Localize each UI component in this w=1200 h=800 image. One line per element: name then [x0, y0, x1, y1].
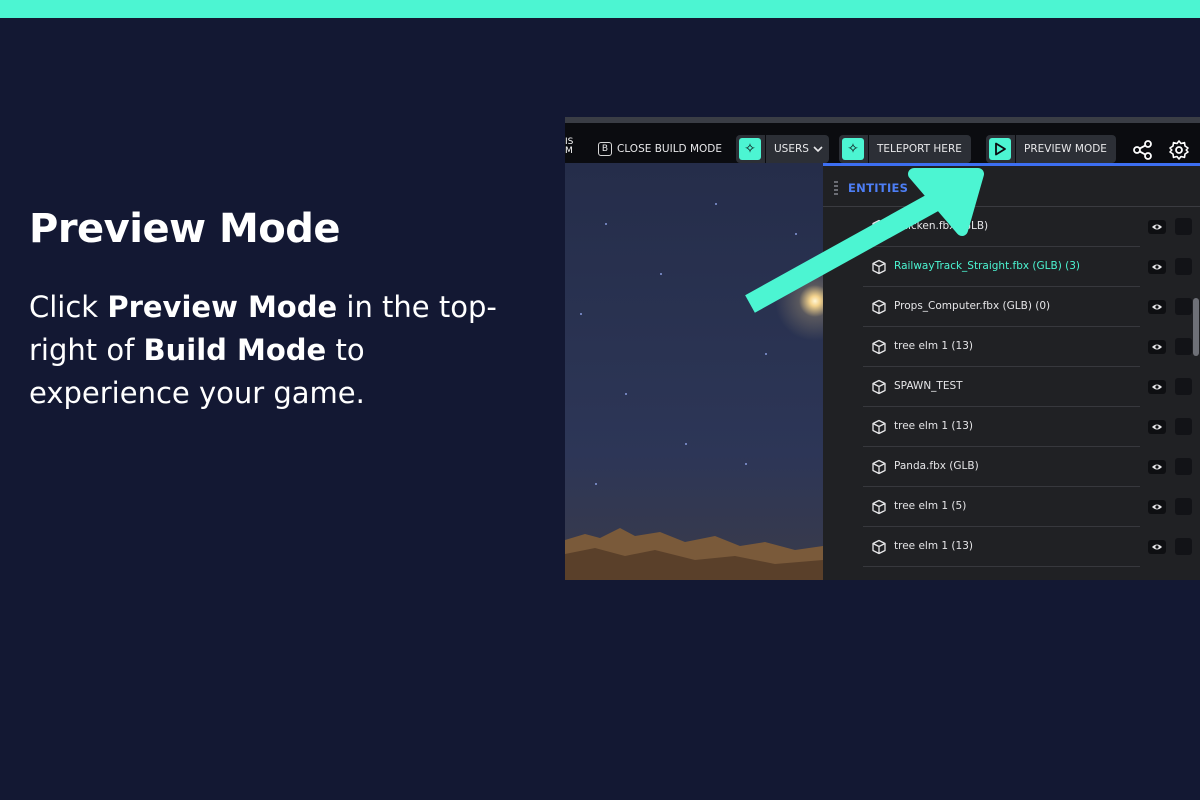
entity-row[interactable]: tree elm 1 (5): [823, 487, 1200, 527]
truncated-toolbar-text: IS M: [565, 137, 574, 156]
entity-row[interactable]: SPAWN_TEST: [823, 367, 1200, 407]
entity-checkbox[interactable]: [1175, 498, 1192, 515]
slide-title: Preview Mode: [29, 206, 341, 252]
drag-handle-icon[interactable]: [834, 181, 838, 195]
entity-checkbox[interactable]: [1175, 458, 1192, 475]
sparkle-icon: ✧: [842, 138, 864, 160]
entity-checkbox[interactable]: [1175, 258, 1192, 275]
entity-checkbox[interactable]: [1175, 338, 1192, 355]
entity-name: Chicken.fbx (GLB): [894, 220, 989, 232]
eye-icon[interactable]: [1148, 260, 1166, 274]
star: [605, 223, 607, 225]
chevron-down-icon: [813, 146, 823, 153]
cube-icon: [871, 299, 887, 315]
eye-icon[interactable]: [1148, 340, 1166, 354]
divider: [1015, 135, 1016, 163]
cube-icon: [871, 219, 887, 235]
keyboard-shortcut-b: B: [598, 142, 612, 156]
users-label: USERS: [774, 143, 809, 155]
teleport-here-label: TELEPORT HERE: [877, 143, 962, 155]
close-build-mode-label: CLOSE BUILD MODE: [617, 143, 723, 155]
entity-row[interactable]: tree elm 1 (13): [823, 527, 1200, 567]
mountain-ridge: [565, 528, 823, 580]
preview-mode-label: PREVIEW MODE: [1024, 143, 1107, 155]
entity-name: Panda.fbx (GLB): [894, 460, 979, 472]
eye-icon[interactable]: [1148, 380, 1166, 394]
star: [745, 463, 747, 465]
entity-checkbox[interactable]: [1175, 418, 1192, 435]
entity-name: Props_Computer.fbx (GLB) (0): [894, 300, 1051, 312]
cube-icon: [871, 379, 887, 395]
star: [595, 483, 597, 485]
users-button[interactable]: ✧ USERS: [736, 135, 829, 163]
build-mode-screenshot: IS M B CLOSE BUILD MODE ✧ USERS ✧ TELEPOR…: [565, 117, 1200, 580]
entity-checkbox[interactable]: [1175, 218, 1192, 235]
sparkle-icon: ✧: [739, 138, 761, 160]
star: [715, 203, 717, 205]
star: [625, 393, 627, 395]
entities-header: ENTITIES: [823, 166, 1200, 207]
body-emphasis-build-mode: Build Mode: [143, 333, 327, 367]
entity-row[interactable]: RailwayTrack_Straight.fbx (GLB) (3): [823, 247, 1200, 287]
slide-body: Click Preview Mode in the top-right of B…: [29, 286, 529, 415]
eye-icon[interactable]: [1148, 500, 1166, 514]
game-viewport[interactable]: [565, 163, 823, 580]
entity-row[interactable]: Panda.fbx (GLB): [823, 447, 1200, 487]
body-emphasis-preview-mode: Preview Mode: [107, 290, 338, 324]
close-build-mode-button[interactable]: B CLOSE BUILD MODE: [598, 142, 722, 156]
play-icon: [989, 138, 1011, 160]
top-accent-strip: [0, 0, 1200, 18]
entity-row[interactable]: tree elm 1 (13): [823, 407, 1200, 447]
star: [795, 233, 797, 235]
entities-list: Chicken.fbx (GLB) RailwayTrack_Straight.f…: [823, 207, 1200, 567]
star: [660, 273, 662, 275]
eye-icon[interactable]: [1148, 460, 1166, 474]
preview-mode-button[interactable]: PREVIEW MODE: [986, 135, 1116, 163]
body-text-1: Click: [29, 290, 108, 324]
entity-name: tree elm 1 (5): [894, 500, 967, 512]
divider: [868, 135, 869, 163]
entity-name: tree elm 1 (13): [894, 340, 973, 352]
entities-title: ENTITIES: [848, 181, 909, 195]
entity-row[interactable]: Chicken.fbx (GLB): [823, 207, 1200, 247]
entity-checkbox[interactable]: [1175, 378, 1192, 395]
eye-icon[interactable]: [1148, 300, 1166, 314]
cube-icon: [871, 339, 887, 355]
cube-icon: [871, 539, 887, 555]
entities-panel: ENTITIES Chicken.fbx (GLB) RailwayTrack_S…: [823, 163, 1200, 580]
eye-icon[interactable]: [1148, 220, 1166, 234]
entity-name: SPAWN_TEST: [894, 380, 963, 392]
star: [685, 443, 687, 445]
gear-icon[interactable]: [1168, 139, 1190, 161]
entity-checkbox[interactable]: [1175, 538, 1192, 555]
cube-icon: [871, 459, 887, 475]
cube-icon: [871, 499, 887, 515]
entity-name: tree elm 1 (13): [894, 540, 973, 552]
share-icon[interactable]: [1132, 139, 1154, 161]
entity-row[interactable]: tree elm 1 (13): [823, 327, 1200, 367]
entity-name: RailwayTrack_Straight.fbx (GLB) (3): [894, 260, 1081, 272]
star: [765, 353, 767, 355]
entity-name: tree elm 1 (13): [894, 420, 973, 432]
scrollbar[interactable]: [1193, 298, 1199, 356]
entity-checkbox[interactable]: [1175, 298, 1192, 315]
build-toolbar: IS M B CLOSE BUILD MODE ✧ USERS ✧ TELEPOR…: [565, 123, 1200, 163]
entity-row[interactable]: Props_Computer.fbx (GLB) (0): [823, 287, 1200, 327]
row-divider: [863, 566, 1140, 567]
eye-icon[interactable]: [1148, 540, 1166, 554]
cube-icon: [871, 259, 887, 275]
teleport-here-button[interactable]: ✧ TELEPORT HERE: [839, 135, 971, 163]
cube-icon: [871, 419, 887, 435]
divider: [765, 135, 766, 163]
star: [580, 313, 582, 315]
eye-icon[interactable]: [1148, 420, 1166, 434]
